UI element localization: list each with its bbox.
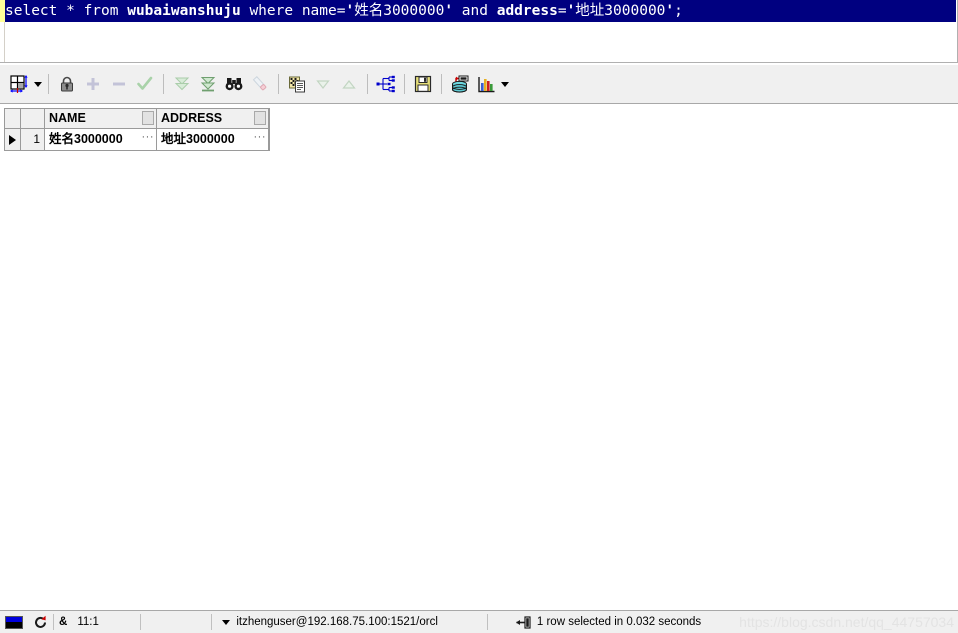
cell-address-value: 地址3000000	[161, 132, 235, 146]
cursor-position-label: 11:1	[77, 616, 99, 628]
column-header-address[interactable]: ADDRESS	[157, 109, 269, 129]
eraser-icon	[247, 71, 273, 97]
binoculars-icon[interactable]	[221, 71, 247, 97]
fetch-last-page-icon[interactable]	[195, 71, 221, 97]
bar-chart-dropdown-caret[interactable]	[499, 71, 510, 97]
toolbar-separator	[278, 74, 279, 94]
cell-address-expand-button[interactable]: ···	[254, 132, 267, 143]
connection-indicator[interactable]: itzhenguser@192.168.75.100:1521/orcl	[212, 612, 443, 633]
results-toolbar	[0, 64, 958, 104]
save-floppy-icon[interactable]	[410, 71, 436, 97]
sort-ascending-icon	[336, 71, 362, 97]
bar-stack-icon	[5, 615, 23, 629]
ampersand-label: &	[59, 616, 68, 628]
column-header-name-label: NAME	[49, 111, 86, 125]
connection-label: itzhenguser@192.168.75.100:1521/orcl	[236, 616, 438, 628]
sort-descending-icon	[310, 71, 336, 97]
column-header-name[interactable]: NAME	[45, 109, 157, 129]
refresh-status-button[interactable]	[28, 612, 53, 633]
grid-header-indicator-gutter	[5, 109, 21, 129]
check-icon	[132, 71, 158, 97]
column-header-address-label: ADDRESS	[161, 111, 223, 125]
cell-name[interactable]: 姓名3000000 ···	[45, 129, 157, 150]
grid-header-row: NAME ADDRESS	[5, 109, 269, 129]
status-bar: & 11:1 itzhenguser@192.168.75.100:1521/o…	[0, 610, 958, 633]
table-row[interactable]: 1 姓名3000000 ··· 地址3000000 ···	[5, 129, 269, 150]
minus-icon	[106, 71, 132, 97]
toolbar-separator	[441, 74, 442, 94]
toolbar-separator	[163, 74, 164, 94]
watermark-text: https://blog.csdn.net/qq_44757034	[739, 614, 954, 630]
pin-icon	[515, 615, 531, 629]
chevron-down-icon	[500, 81, 509, 87]
session-mode-indicator[interactable]	[0, 612, 28, 633]
column-sort-button-address[interactable]	[254, 111, 266, 125]
ampersand-indicator[interactable]: &	[54, 612, 72, 633]
bar-chart-icon[interactable]	[473, 71, 499, 97]
grid-header-rownum-gutter	[21, 109, 45, 129]
status-blank-slot	[141, 612, 211, 633]
connection-dropdown-caret[interactable]	[222, 616, 231, 628]
fetch-next-page-icon	[169, 71, 195, 97]
copy-pages-icon[interactable]	[284, 71, 310, 97]
chevron-down-icon	[222, 620, 231, 625]
cell-address[interactable]: 地址3000000 ···	[157, 129, 269, 150]
result-grid[interactable]: NAME ADDRESS 1 姓名3000000 ··· 地址3000000 ·…	[4, 108, 270, 151]
chevron-down-icon	[33, 81, 42, 87]
toolbar-separator	[404, 74, 405, 94]
sql-editor-pane[interactable]: select * from wubaiwanshuju where name='…	[0, 0, 958, 63]
cursor-position: 11:1	[72, 612, 140, 633]
lock-icon[interactable]	[54, 71, 80, 97]
cell-name-expand-button[interactable]: ···	[142, 132, 155, 143]
editor-gutter-blank	[0, 22, 5, 62]
hierarchy-icon[interactable]	[373, 71, 399, 97]
row-indicator	[5, 129, 21, 150]
result-message: 1 row selected in 0.032 seconds	[488, 612, 706, 633]
grid-layout-icon[interactable]	[6, 71, 32, 97]
grid-layout-dropdown-caret[interactable]	[32, 71, 43, 97]
toolbar-separator	[367, 74, 368, 94]
sql-statement-line[interactable]: select * from wubaiwanshuju where name='…	[5, 0, 956, 22]
cell-name-value: 姓名3000000	[49, 132, 123, 146]
database-export-icon[interactable]	[447, 71, 473, 97]
current-row-arrow-icon	[9, 134, 16, 145]
row-number: 1	[21, 129, 45, 150]
column-sort-button-name[interactable]	[142, 111, 154, 125]
refresh-icon	[35, 615, 46, 628]
plus-icon	[80, 71, 106, 97]
result-message-label: 1 row selected in 0.032 seconds	[536, 616, 702, 628]
toolbar-separator	[48, 74, 49, 94]
